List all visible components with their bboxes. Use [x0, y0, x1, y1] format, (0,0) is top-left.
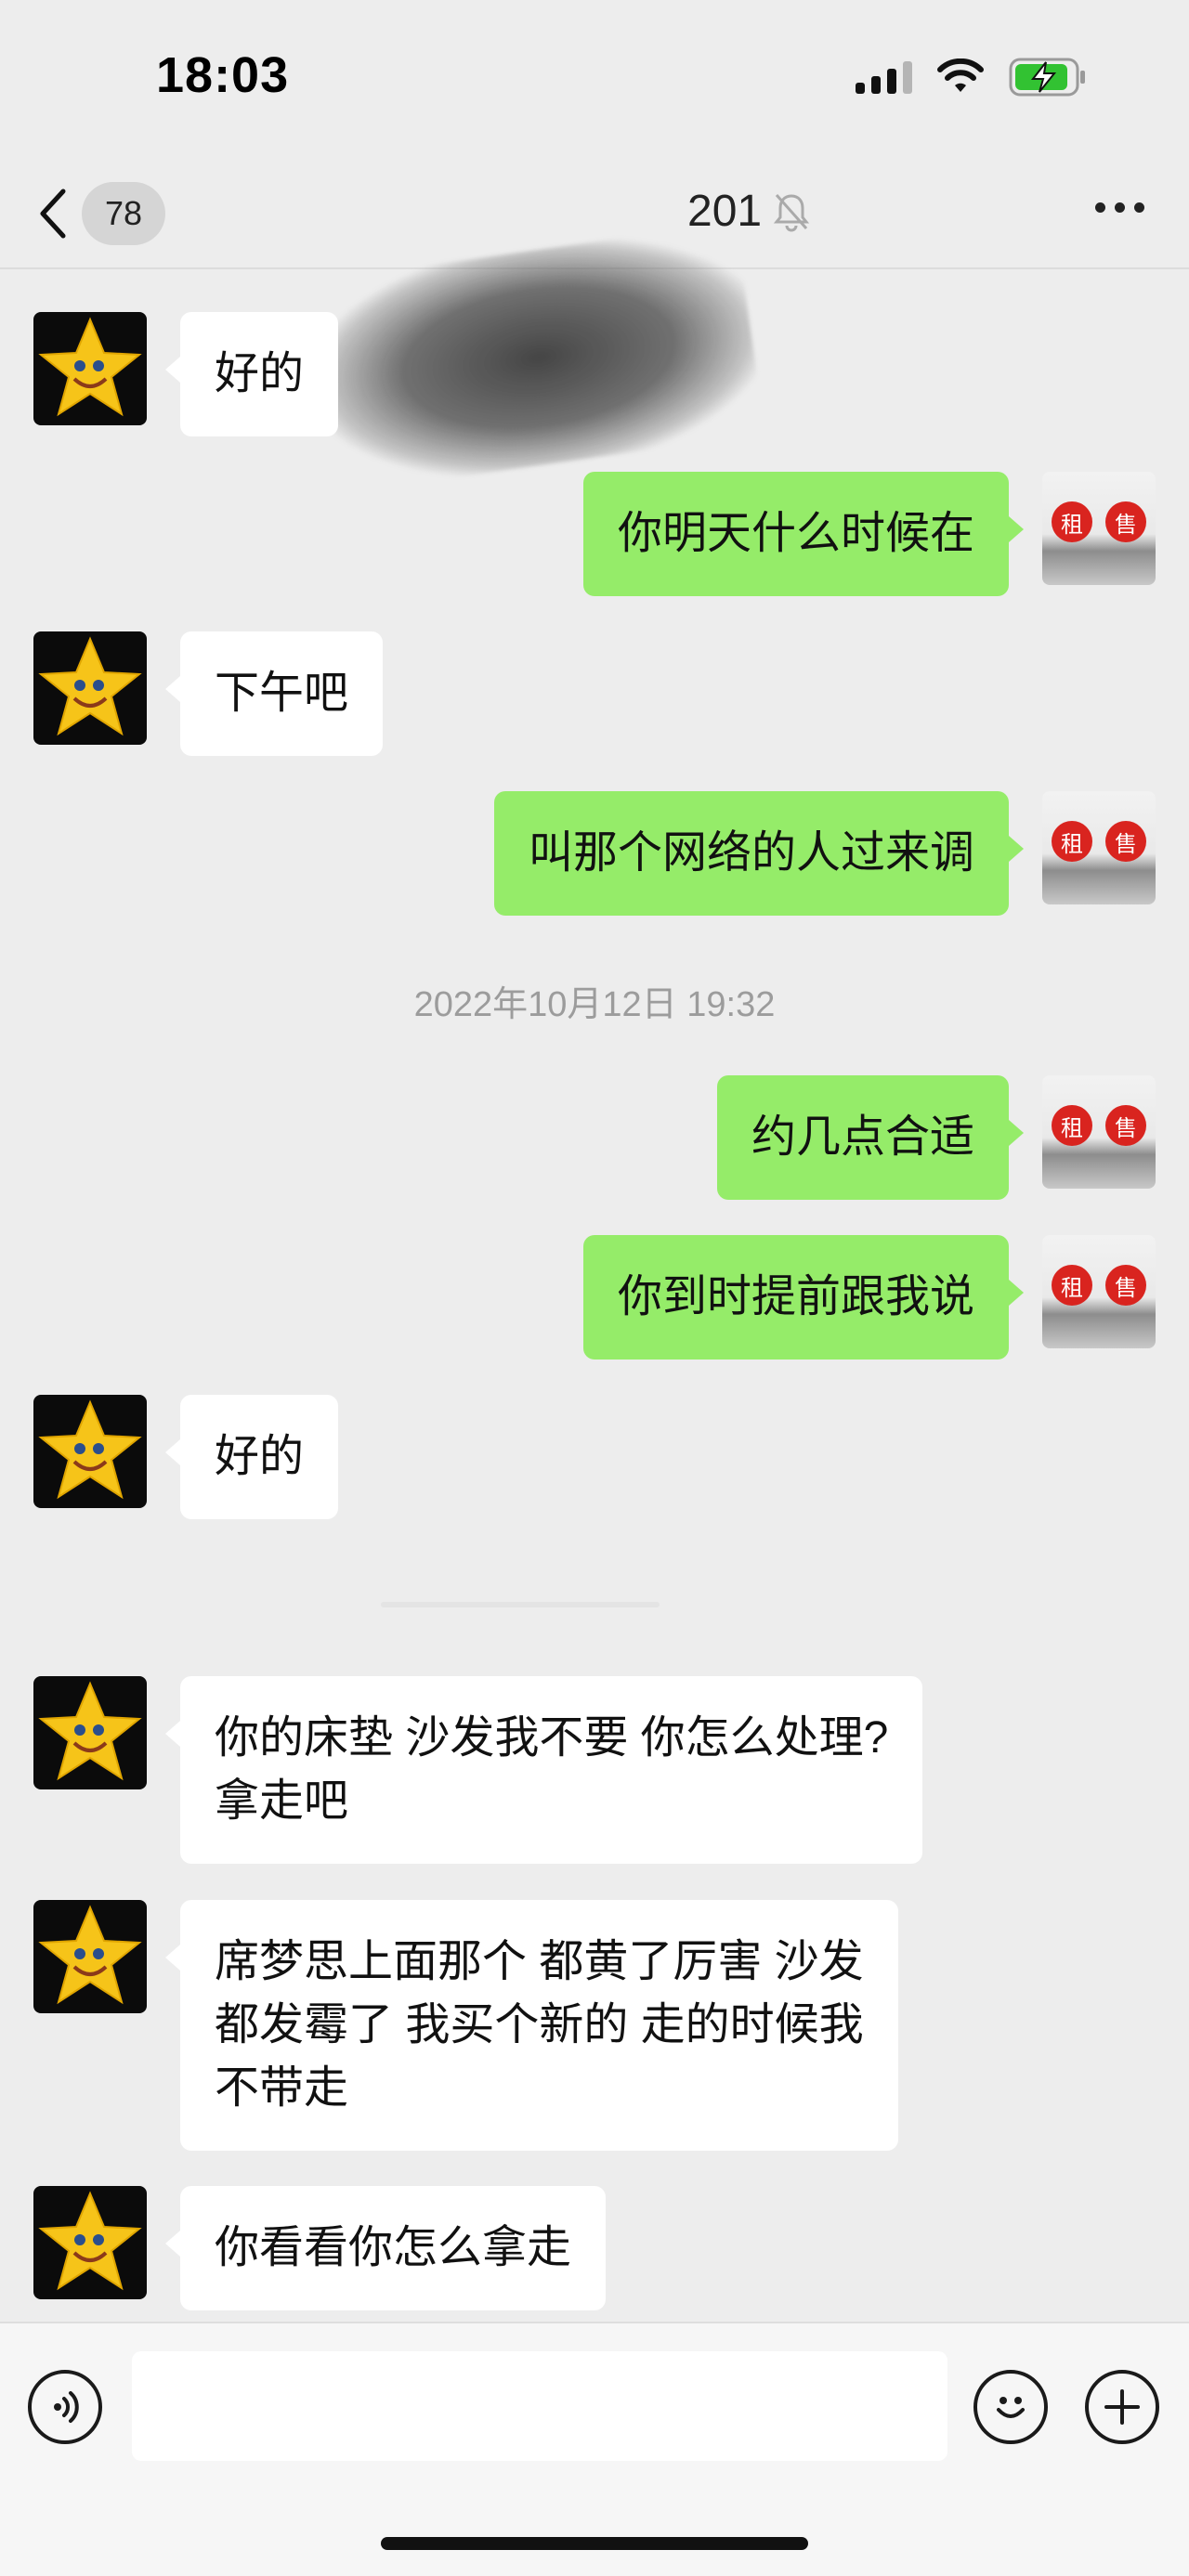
star-avatar[interactable] [33, 1676, 147, 1789]
voice-icon [54, 2391, 79, 2423]
message-received: 你看看你怎么拿走 [33, 2186, 607, 2310]
back-button[interactable]: 78 [37, 180, 165, 247]
chat-title-text: 201 [687, 187, 763, 236]
star-avatar[interactable] [33, 2186, 147, 2299]
status-icons [856, 58, 1087, 97]
voice-input-button[interactable] [28, 2370, 102, 2444]
message-bubble[interactable]: 下午吧 [164, 631, 384, 756]
shop-sign-char: 租 [1052, 501, 1092, 542]
rental-shop-avatar[interactable]: 租 售 [1042, 791, 1156, 904]
wifi-icon [937, 59, 984, 92]
smiling-star-icon [38, 1681, 142, 1781]
message-bubble[interactable]: 叫那个网络的人过来调 [493, 791, 1025, 916]
message-sent: 租 售 叫那个网络的人过来调 [493, 791, 1156, 916]
emoji-icon [997, 2397, 1025, 2418]
rental-shop-avatar[interactable]: 租 售 [1042, 1235, 1156, 1348]
shop-sign-char: 租 [1052, 1105, 1092, 1146]
star-avatar[interactable] [33, 312, 147, 425]
home-indicator [381, 2537, 808, 2550]
rental-shop-avatar[interactable]: 租 售 [1042, 1075, 1156, 1189]
battery-charging-icon [1009, 58, 1085, 97]
status-time: 18:03 [156, 47, 290, 103]
message-bubble[interactable]: 你到时提前跟我说 [582, 1235, 1025, 1360]
message-received: 下午吧 [33, 631, 384, 756]
smiling-star-icon [38, 636, 142, 736]
smiling-star-icon [38, 1905, 142, 2005]
star-avatar[interactable] [33, 1395, 147, 1508]
message-sent: 租 售 约几点合适 [716, 1075, 1156, 1200]
chevron-left-icon [40, 189, 66, 239]
star-avatar[interactable] [33, 631, 147, 745]
chat-header: 78 201 [0, 158, 1189, 493]
message-bubble[interactable]: 好的 [164, 312, 339, 436]
shop-sign-char: 售 [1105, 1105, 1146, 1146]
star-avatar[interactable] [33, 1900, 147, 2013]
smiling-star-icon [38, 317, 142, 417]
message-bubble[interactable]: 好的 [164, 1395, 339, 1519]
message-list[interactable]: 好的 租 售 你明天什么时候在 下午吧 租 售 叫那个网络的人过来调 2022年… [0, 269, 1189, 2322]
smiling-star-icon [38, 1399, 142, 1500]
emoji-button[interactable] [973, 2370, 1048, 2444]
more-dot-icon [1134, 202, 1144, 213]
message-timestamp: 2022年10月12日 19:32 [413, 985, 776, 1024]
shop-sign-char: 售 [1105, 1265, 1146, 1306]
more-options-button[interactable] [1095, 202, 1144, 213]
unread-count-badge: 78 [82, 182, 165, 245]
mute-bell-icon [773, 193, 810, 231]
smiling-star-icon [38, 2191, 142, 2291]
faint-divider [381, 1602, 660, 1607]
message-bubble[interactable]: 你的床垫 沙发我不要 你怎么处理? 拿走吧 [164, 1676, 923, 1864]
message-sent: 租 售 你明天什么时候在 [582, 472, 1156, 596]
message-bubble[interactable]: 你明天什么时候在 [582, 472, 1025, 596]
shop-sign-char: 售 [1105, 821, 1146, 862]
message-bubble[interactable]: 你看看你怎么拿走 [164, 2186, 607, 2310]
shop-sign-char: 租 [1052, 1265, 1092, 1306]
more-dot-icon [1115, 202, 1125, 213]
message-sent: 租 售 你到时提前跟我说 [582, 1235, 1156, 1360]
rental-shop-avatar[interactable]: 租 售 [1042, 472, 1156, 585]
message-received: 席梦思上面那个 都黄了厉害 沙发 都发霉了 我买个新的 走的时候我 不带走 [33, 1900, 898, 2151]
shop-sign-char: 租 [1052, 821, 1092, 862]
message-received: 好的 [33, 312, 339, 436]
message-received: 你的床垫 沙发我不要 你怎么处理? 拿走吧 [33, 1676, 923, 1864]
message-bubble[interactable]: 约几点合适 [716, 1075, 1025, 1200]
plus-icon [1104, 2389, 1140, 2425]
chat-title: 201 [687, 186, 810, 237]
shop-sign-char: 售 [1105, 501, 1146, 542]
message-input[interactable] [132, 2351, 947, 2461]
cellular-signal-icon [856, 60, 912, 94]
message-bubble[interactable]: 席梦思上面那个 都黄了厉害 沙发 都发霉了 我买个新的 走的时候我 不带走 [165, 1900, 898, 2151]
more-functions-button[interactable] [1085, 2370, 1159, 2444]
more-dot-icon [1095, 202, 1105, 213]
status-bar: 18:03 [0, 0, 1189, 158]
message-received: 好的 [33, 1395, 339, 1519]
